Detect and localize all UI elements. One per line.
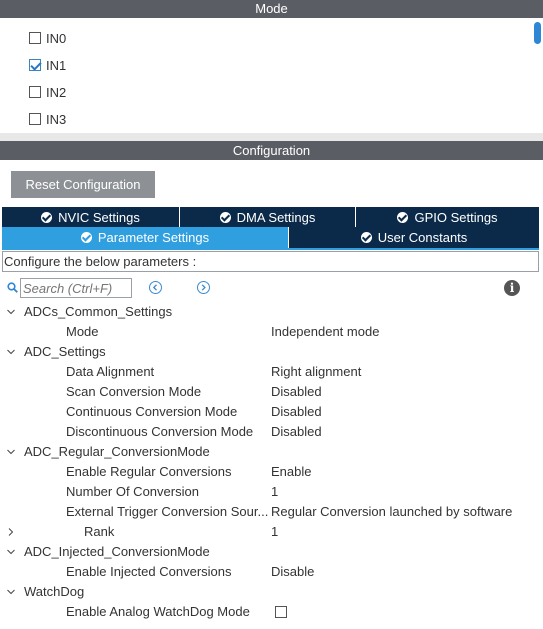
- tree-param-mode[interactable]: Mode Independent mode: [0, 322, 543, 342]
- chevron-down-icon[interactable]: [7, 588, 15, 596]
- tree-param-data-alignment[interactable]: Data Alignment Right alignment: [0, 362, 543, 382]
- param-value[interactable]: Right alignment: [271, 362, 361, 382]
- check-circle-icon: [219, 211, 231, 223]
- param-value[interactable]: Disabled: [271, 402, 322, 422]
- tree-param-number-of-conversion[interactable]: Number Of Conversion 1: [0, 482, 543, 502]
- tree-group-adc-settings[interactable]: ADC_Settings: [0, 342, 543, 362]
- tree-param-scan-conversion-mode[interactable]: Scan Conversion Mode Disabled: [0, 382, 543, 402]
- tab-row-bottom: Parameter Settings User Constants: [2, 227, 539, 248]
- tree-param-continuous-conversion-mode[interactable]: Continuous Conversion Mode Disabled: [0, 402, 543, 422]
- param-label: Discontinuous Conversion Mode: [66, 424, 254, 439]
- in1-label: IN1: [46, 57, 67, 73]
- search-input[interactable]: [20, 278, 132, 298]
- group-label: ADCs_Common_Settings: [24, 304, 173, 319]
- param-label: Enable Analog WatchDog Mode: [66, 604, 250, 619]
- param-value[interactable]: Regular Conversion launched by software: [271, 502, 512, 522]
- mode-item-in1[interactable]: IN1: [29, 56, 66, 74]
- chevron-left-icon: [152, 284, 157, 291]
- section-divider: [0, 133, 543, 141]
- in3-label: IN3: [46, 111, 67, 127]
- mode-item-in2[interactable]: IN2: [29, 83, 66, 101]
- in3-checkbox[interactable]: [29, 113, 41, 125]
- check-circle-icon: [397, 211, 409, 223]
- configure-instructions: Configure the below parameters :: [2, 251, 539, 272]
- tree-group-adcs-common-settings[interactable]: ADCs_Common_Settings: [0, 302, 543, 322]
- in0-label: IN0: [46, 30, 67, 46]
- param-value[interactable]: Enable: [271, 462, 311, 482]
- tab-label: GPIO Settings: [414, 209, 498, 225]
- param-value[interactable]: 1: [271, 482, 278, 502]
- tree-param-enable-injected-conversions[interactable]: Enable Injected Conversions Disable: [0, 562, 543, 582]
- configuration-header: Configuration: [0, 141, 543, 160]
- check-circle-icon: [41, 211, 53, 223]
- param-value[interactable]: Disabled: [271, 422, 322, 442]
- param-label: Data Alignment: [66, 364, 155, 379]
- tab-label: DMA Settings: [236, 209, 316, 225]
- param-label: Scan Conversion Mode: [66, 384, 202, 399]
- check-circle-icon: [80, 232, 92, 243]
- info-icon[interactable]: i: [504, 280, 520, 296]
- subgroup-label: Rank: [84, 524, 115, 539]
- chevron-down-icon[interactable]: [7, 448, 15, 456]
- param-label: Enable Regular Conversions: [66, 464, 232, 479]
- group-label: ADC_Settings: [24, 344, 106, 359]
- tab-label: NVIC Settings: [58, 209, 140, 225]
- tab-label: User Constants: [377, 230, 468, 245]
- tree-param-enable-analog-watchdog-mode[interactable]: Enable Analog WatchDog Mode: [0, 602, 543, 622]
- param-label: Mode: [66, 324, 99, 339]
- group-label: WatchDog: [24, 584, 85, 599]
- in1-checkbox[interactable]: [29, 59, 41, 71]
- tree-group-adc-injected-conversionmode[interactable]: ADC_Injected_ConversionMode: [0, 542, 543, 562]
- chevron-down-icon[interactable]: [7, 548, 15, 556]
- chevron-down-icon[interactable]: [7, 308, 15, 316]
- in2-checkbox[interactable]: [29, 86, 41, 98]
- tab-label: Parameter Settings: [97, 230, 210, 245]
- tab-nvic-settings[interactable]: NVIC Settings: [2, 207, 180, 227]
- tree-group-watchdog[interactable]: WatchDog: [0, 582, 543, 602]
- reset-configuration-button[interactable]: Reset Configuration: [11, 171, 155, 198]
- tree-subgroup-rank[interactable]: Rank 1: [0, 522, 543, 542]
- mode-scrollbar[interactable]: [534, 22, 541, 44]
- group-label: ADC_Injected_ConversionMode: [24, 544, 210, 559]
- tree-param-discontinuous-conversion-mode[interactable]: Discontinuous Conversion Mode Disabled: [0, 422, 543, 442]
- tab-dma-settings[interactable]: DMA Settings: [180, 207, 356, 227]
- mode-header: Mode: [0, 0, 543, 18]
- tree-param-enable-regular-conversions[interactable]: Enable Regular Conversions Enable: [0, 462, 543, 482]
- param-value[interactable]: Independent mode: [271, 322, 379, 342]
- param-label: Number Of Conversion: [66, 484, 199, 499]
- tab-user-constants[interactable]: User Constants: [289, 227, 539, 248]
- chevron-down-icon[interactable]: [7, 348, 15, 356]
- search-icon: [7, 282, 18, 293]
- mode-item-in3[interactable]: IN3: [29, 110, 66, 128]
- param-value[interactable]: 1: [271, 522, 278, 542]
- check-circle-icon: [360, 232, 372, 243]
- param-label: Continuous Conversion Mode: [66, 404, 238, 419]
- tab-gpio-settings[interactable]: GPIO Settings: [356, 207, 539, 227]
- param-value[interactable]: Disable: [271, 562, 314, 582]
- in0-checkbox[interactable]: [29, 32, 41, 44]
- mode-panel: IN0 IN1 IN2 IN3: [0, 18, 543, 133]
- param-label: External Trigger Conversion Sour...: [66, 504, 269, 519]
- chevron-right-icon: [201, 284, 206, 291]
- param-label: Enable Injected Conversions: [66, 564, 232, 579]
- search-next-button[interactable]: [197, 281, 210, 294]
- tab-parameter-settings[interactable]: Parameter Settings: [2, 227, 289, 248]
- chevron-right-icon[interactable]: [7, 528, 15, 536]
- analog-watchdog-checkbox[interactable]: [275, 606, 287, 618]
- mode-item-in0[interactable]: IN0: [29, 29, 66, 47]
- tree-group-adc-regular-conversionmode[interactable]: ADC_Regular_ConversionMode: [0, 442, 543, 462]
- tab-row-top: NVIC Settings DMA Settings GPIO Settings: [2, 207, 539, 227]
- group-label: ADC_Regular_ConversionMode: [24, 444, 210, 459]
- param-value[interactable]: Disabled: [271, 382, 322, 402]
- search-previous-button[interactable]: [149, 281, 162, 294]
- tree-param-external-trigger-conversion-source[interactable]: External Trigger Conversion Sour... Regu…: [0, 502, 543, 522]
- tab-underline: [2, 248, 539, 250]
- in2-label: IN2: [46, 84, 67, 100]
